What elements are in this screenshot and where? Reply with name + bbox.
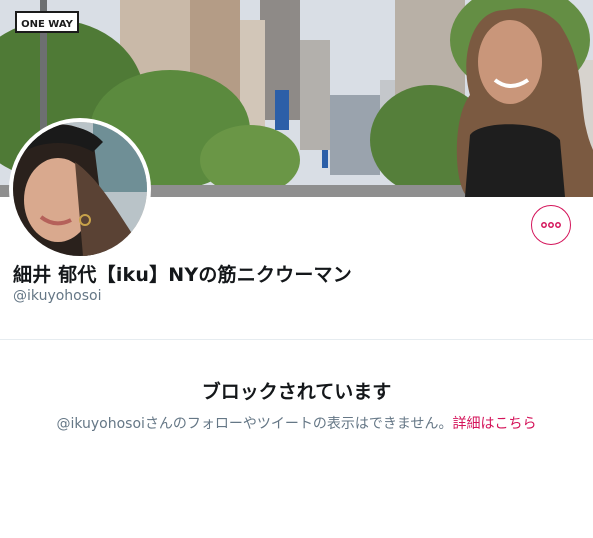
blocked-message: @ikuyohosoiさんのフォローやツイートの表示はできません。詳細はこちら xyxy=(0,413,593,433)
blocked-message-handle: @ikuyohosoi xyxy=(56,416,145,432)
more-options-button[interactable] xyxy=(531,205,571,245)
more-horizontal-icon xyxy=(541,222,561,228)
blocked-message-text: さんのフォローやツイートの表示はできません。 xyxy=(144,416,453,432)
profile-page: ONE WAY 細井 郁代【iku】NYの筋ニクウーマン @ikuyohosoi… xyxy=(0,0,593,538)
avatar-image xyxy=(13,122,147,256)
blocked-title: ブロックされています xyxy=(201,381,392,403)
learn-more-link[interactable]: 詳細はこちら xyxy=(453,416,537,432)
one-way-sign: ONE WAY xyxy=(21,19,74,30)
display-name: 細井 郁代【iku】NYの筋ニクウーマン xyxy=(13,264,352,286)
divider xyxy=(0,339,593,340)
avatar[interactable] xyxy=(9,118,151,260)
profile-photo xyxy=(13,122,147,256)
user-handle: @ikuyohosoi xyxy=(13,288,102,304)
